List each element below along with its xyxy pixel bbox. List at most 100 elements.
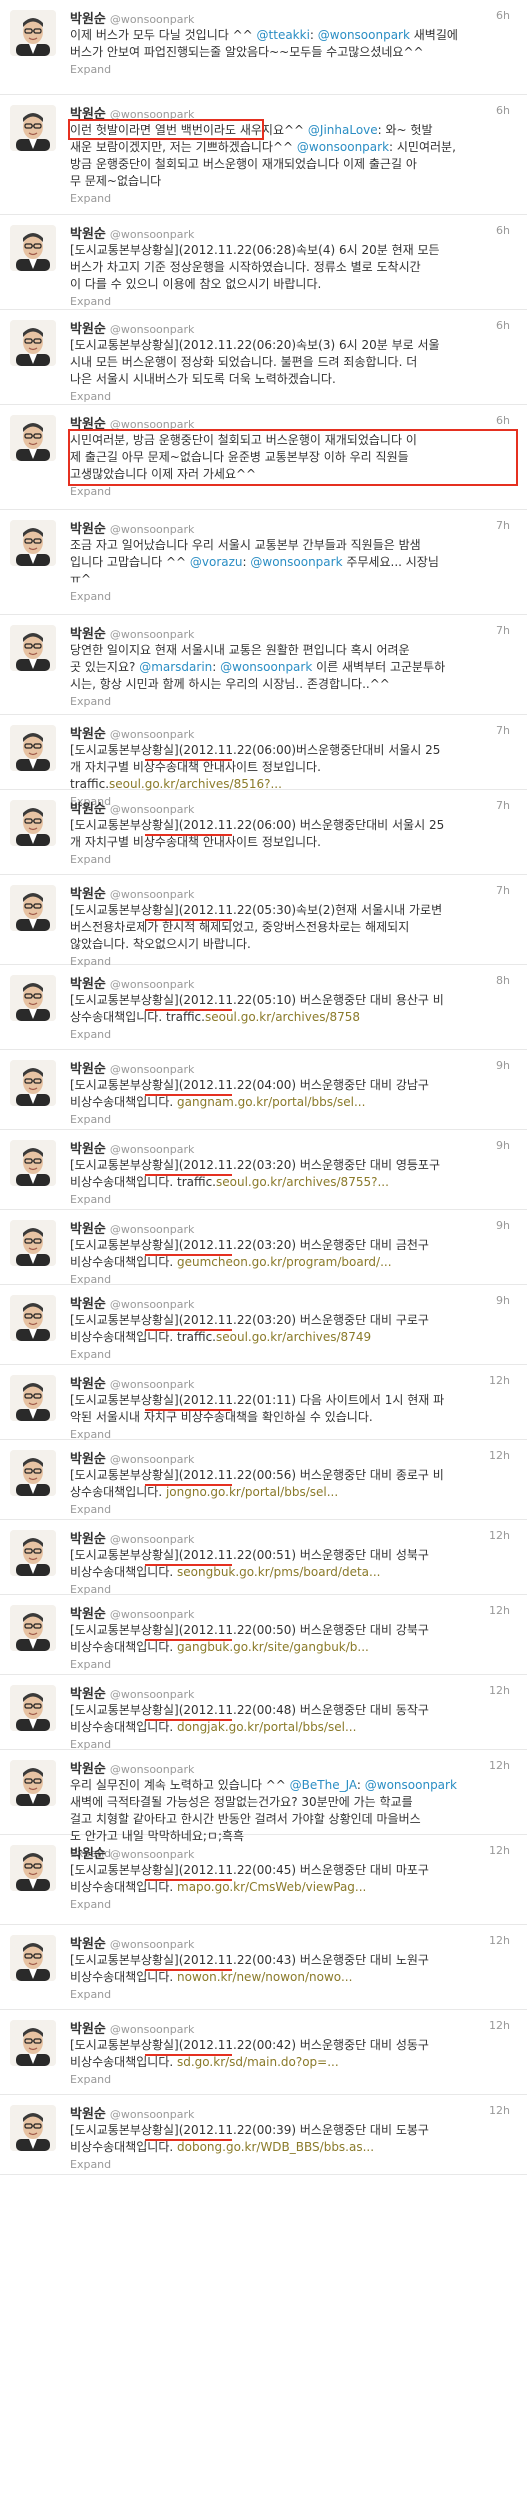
- tweet-item[interactable]: 박원순 @wonsoonpark 12h [도시교통본부상황실](2012.11.22…: [0, 1365, 527, 1441]
- author-name[interactable]: 박원순: [70, 1377, 106, 1392]
- expand-link[interactable]: Expand: [70, 192, 111, 205]
- author-name[interactable]: 박원순: [70, 627, 106, 642]
- expand-link[interactable]: Expand: [70, 2073, 111, 2086]
- tweet-timestamp[interactable]: 12h: [489, 1844, 510, 1857]
- tweet-timestamp[interactable]: 12h: [489, 2104, 510, 2117]
- author-name[interactable]: 박원순: [70, 727, 106, 742]
- tweet-timestamp[interactable]: 12h: [489, 1684, 510, 1697]
- tweet-item[interactable]: 박원순 @wonsoonpark 12h [도시교통본부상황실](2012.11.22…: [0, 1835, 527, 1925]
- tweet-item[interactable]: 박원순 @wonsoonpark 9h [도시교통본부상황실](2012.11.22(…: [0, 1130, 527, 1210]
- tweet-timestamp[interactable]: 6h: [496, 104, 510, 117]
- author-handle[interactable]: @wonsoonpark: [110, 1378, 194, 1391]
- tweet-item[interactable]: 박원순 @wonsoonpark 12h [도시교통본부상황실](2012.11.22…: [0, 1595, 527, 1675]
- avatar-photo-icon[interactable]: [10, 1530, 56, 1576]
- author-name[interactable]: 박원순: [70, 522, 106, 537]
- author-name[interactable]: 박원순: [70, 1142, 106, 1157]
- author-name[interactable]: 박원순: [70, 1847, 106, 1862]
- expand-link[interactable]: Expand: [70, 695, 111, 708]
- author-name[interactable]: 박원순: [70, 322, 106, 337]
- tweet-item[interactable]: 박원순 @wonsoonpark 7h [도시교통본부상황실](2012.11.22(…: [0, 715, 527, 808]
- expand-link[interactable]: Expand: [70, 63, 111, 76]
- author-name[interactable]: 박원순: [70, 1297, 106, 1312]
- author-handle[interactable]: @wonsoonpark: [110, 523, 194, 536]
- avatar-photo-icon[interactable]: [10, 415, 56, 461]
- tweet-item[interactable]: 박원순 @wonsoonpark 12h [도시교통본부상황실](2012.11.22…: [0, 1925, 527, 2010]
- expand-link[interactable]: Expand: [70, 1193, 111, 1206]
- expand-link[interactable]: Expand: [70, 1658, 111, 1671]
- tweet-item[interactable]: 박원순 @wonsoonpark 12h 우리 실무진이 계속 노력하고 있습니다 ^…: [0, 1750, 527, 1860]
- expand-link[interactable]: Expand: [70, 1898, 111, 1911]
- author-name[interactable]: 박원순: [70, 1687, 106, 1702]
- author-name[interactable]: 박원순: [70, 2107, 106, 2122]
- avatar-photo-icon[interactable]: [10, 2105, 56, 2151]
- tweet-item[interactable]: 박원순 @wonsoonpark 6h [도시교통본부상황실](2012.11.22(…: [0, 310, 527, 405]
- author-handle[interactable]: @wonsoonpark: [110, 1848, 194, 1861]
- author-handle[interactable]: @wonsoonpark: [110, 803, 194, 816]
- avatar-photo-icon[interactable]: [10, 1605, 56, 1651]
- tweet-item[interactable]: 박원순 @wonsoonpark 7h [도시교통본부상황실](2012.11.22(…: [0, 875, 527, 968]
- tweet-timestamp[interactable]: 12h: [489, 1449, 510, 1462]
- tweet-item[interactable]: 박원순 @wonsoonpark 7h 당연한 일이지요 현재 서울시내 교통은 원활…: [0, 615, 527, 715]
- author-name[interactable]: 박원순: [70, 417, 106, 432]
- author-handle[interactable]: @wonsoonpark: [110, 1063, 194, 1076]
- avatar-photo-icon[interactable]: [10, 2020, 56, 2066]
- tweet-item[interactable]: 박원순 @wonsoonpark 12h [도시교통본부상황실](2012.11.22…: [0, 2010, 527, 2095]
- author-name[interactable]: 박원순: [70, 1452, 106, 1467]
- expand-link[interactable]: Expand: [70, 1028, 111, 1041]
- author-handle[interactable]: @wonsoonpark: [110, 1453, 194, 1466]
- avatar-photo-icon[interactable]: [10, 1760, 56, 1806]
- avatar-photo-icon[interactable]: [10, 1060, 56, 1106]
- tweet-timestamp[interactable]: 12h: [489, 2019, 510, 2032]
- tweet-timestamp[interactable]: 12h: [489, 1604, 510, 1617]
- tweet-item[interactable]: 박원순 @wonsoonpark 9h [도시교통본부상황실](2012.11.22(…: [0, 1050, 527, 1130]
- tweet-item[interactable]: 박원순 @wonsoonpark 9h [도시교통본부상황실](2012.11.22(…: [0, 1285, 527, 1365]
- avatar-photo-icon[interactable]: [10, 1140, 56, 1186]
- avatar-photo-icon[interactable]: [10, 725, 56, 771]
- author-handle[interactable]: @wonsoonpark: [110, 323, 194, 336]
- tweet-item[interactable]: 박원순 @wonsoonpark 12h [도시교통본부상황실](2012.11.22…: [0, 1675, 527, 1751]
- author-handle[interactable]: @wonsoonpark: [110, 1533, 194, 1546]
- tweet-item[interactable]: 박원순 @wonsoonpark 12h [도시교통본부상황실](2012.11.22…: [0, 2095, 527, 2175]
- author-handle[interactable]: @wonsoonpark: [110, 13, 194, 26]
- author-name[interactable]: 박원순: [70, 12, 106, 27]
- avatar-photo-icon[interactable]: [10, 225, 56, 271]
- expand-link[interactable]: Expand: [70, 853, 111, 866]
- tweet-timestamp[interactable]: 8h: [496, 974, 510, 987]
- expand-link[interactable]: Expand: [70, 2158, 111, 2171]
- expand-link[interactable]: Expand: [70, 1988, 111, 2001]
- author-handle[interactable]: @wonsoonpark: [110, 1298, 194, 1311]
- avatar-photo-icon[interactable]: [10, 320, 56, 366]
- author-handle[interactable]: @wonsoonpark: [110, 888, 194, 901]
- author-handle[interactable]: @wonsoonpark: [110, 2108, 194, 2121]
- avatar-photo-icon[interactable]: [10, 1375, 56, 1421]
- tweet-timestamp[interactable]: 7h: [496, 519, 510, 532]
- expand-link[interactable]: Expand: [70, 485, 111, 498]
- author-handle[interactable]: @wonsoonpark: [110, 628, 194, 641]
- author-name[interactable]: 박원순: [70, 1937, 106, 1952]
- avatar-photo-icon[interactable]: [10, 975, 56, 1021]
- expand-link[interactable]: Expand: [70, 590, 111, 603]
- tweet-item[interactable]: 박원순 @wonsoonpark 12h [도시교통본부상황실](2012.11.22…: [0, 1520, 527, 1596]
- expand-link[interactable]: Expand: [70, 390, 111, 403]
- author-name[interactable]: 박원순: [70, 107, 106, 122]
- avatar-photo-icon[interactable]: [10, 625, 56, 671]
- tweet-item[interactable]: 박원순 @wonsoonpark 6h 시민여러분, 방금 운행중단이 철회되고 버스…: [0, 405, 527, 510]
- tweet-timestamp[interactable]: 9h: [496, 1059, 510, 1072]
- avatar-photo-icon[interactable]: [10, 520, 56, 566]
- author-name[interactable]: 박원순: [70, 1532, 106, 1547]
- avatar-photo-icon[interactable]: [10, 10, 56, 56]
- avatar-photo-icon[interactable]: [10, 1685, 56, 1731]
- tweet-timestamp[interactable]: 12h: [489, 1759, 510, 1772]
- tweet-timestamp[interactable]: 9h: [496, 1294, 510, 1307]
- expand-link[interactable]: Expand: [70, 1348, 111, 1361]
- tweet-item[interactable]: 박원순 @wonsoonpark 12h [도시교통본부상황실](2012.11.22…: [0, 1440, 527, 1520]
- tweet-timestamp[interactable]: 6h: [496, 224, 510, 237]
- author-name[interactable]: 박원순: [70, 887, 106, 902]
- tweet-timestamp[interactable]: 12h: [489, 1934, 510, 1947]
- avatar-photo-icon[interactable]: [10, 105, 56, 151]
- author-handle[interactable]: @wonsoonpark: [110, 418, 194, 431]
- tweet-timestamp[interactable]: 9h: [496, 1139, 510, 1152]
- expand-link[interactable]: Expand: [70, 1113, 111, 1126]
- author-handle[interactable]: @wonsoonpark: [110, 1763, 194, 1776]
- tweet-timestamp[interactable]: 9h: [496, 1219, 510, 1232]
